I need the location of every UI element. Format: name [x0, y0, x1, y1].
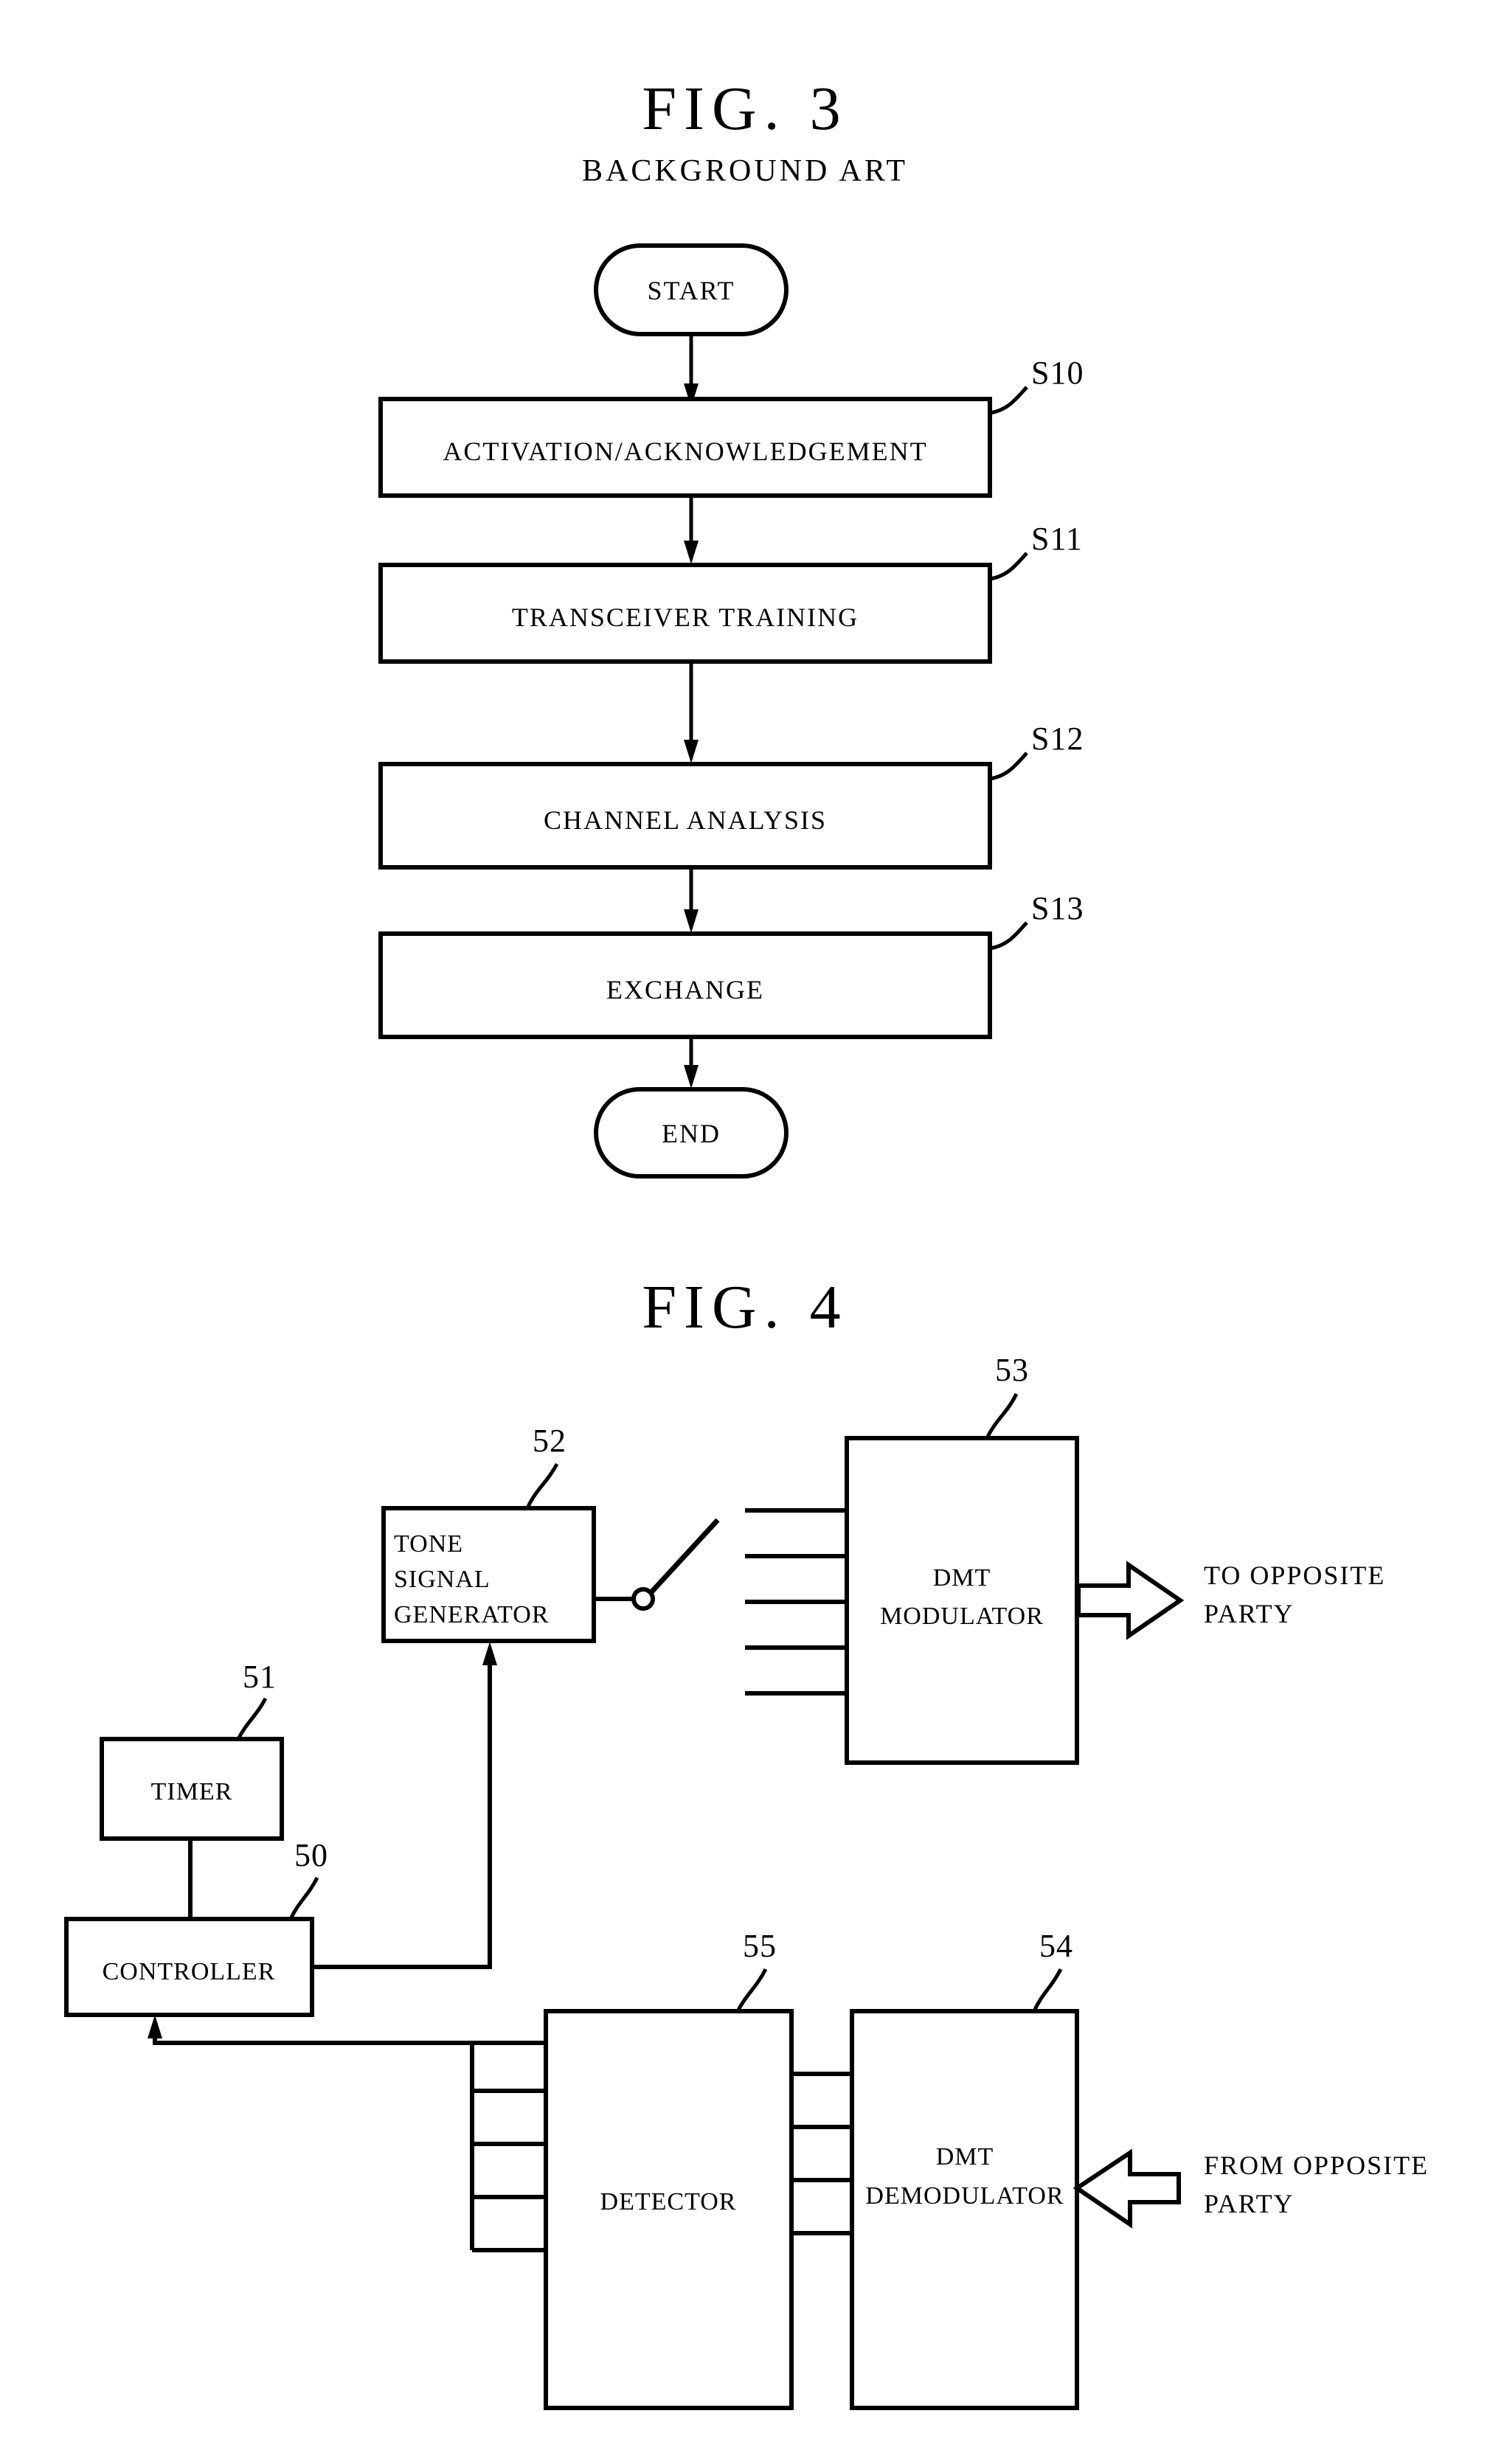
- from-opposite-line-2: PARTY: [1204, 2189, 1295, 2218]
- s13-ref: S13: [1031, 890, 1084, 926]
- tone-ref: 52: [533, 1423, 566, 1459]
- s10-label: ACTIVATION/ACKNOWLEDGEMENT: [443, 437, 927, 466]
- drawing-canvas: FIG. 3 BACKGROUND ART START ACTIVATION/A…: [0, 0, 1490, 2464]
- demod-line-1: DMT: [936, 2143, 994, 2170]
- detector-ref: 55: [743, 1928, 777, 1964]
- controller-ref: 50: [294, 1837, 328, 1873]
- s10-ref: S10: [1031, 355, 1084, 391]
- controller-label: CONTROLLER: [103, 1958, 276, 1985]
- mod-line-2: MODULATOR: [880, 1603, 1044, 1630]
- timer-label: TIMER: [151, 1778, 233, 1805]
- from-opposite-line-1: FROM OPPOSITE: [1204, 2151, 1429, 2180]
- to-opposite-line-1: TO OPPOSITE: [1204, 1561, 1385, 1590]
- tone-line-2: SIGNAL: [394, 1566, 491, 1593]
- demod-line-2: DEMODULATOR: [865, 2182, 1064, 2210]
- tone-line-1: TONE: [394, 1530, 463, 1558]
- dmt-demodulator-box: [850, 2009, 1079, 2410]
- s12-label: CHANNEL ANALYSIS: [544, 805, 827, 835]
- patent-drawing-sheet: FIG. 3 BACKGROUND ART START ACTIVATION/A…: [0, 0, 1490, 2464]
- dmt-modulator-box: [845, 1436, 1079, 1765]
- timer-ref: 51: [243, 1659, 277, 1695]
- detector-label: DETECTOR: [600, 2188, 737, 2215]
- end-label: END: [662, 1119, 721, 1148]
- tone-line-3: GENERATOR: [394, 1601, 550, 1628]
- s12-ref: S12: [1031, 721, 1084, 757]
- fig3-node-end: END: [594, 1087, 789, 1179]
- demod-ref: 54: [1039, 1928, 1073, 1964]
- s11-label: TRANSCEIVER TRAINING: [512, 603, 859, 632]
- s13-label: EXCHANGE: [606, 975, 764, 1004]
- fig3-node-start: START: [594, 243, 789, 336]
- start-label: START: [648, 276, 735, 305]
- s11-ref: S11: [1031, 521, 1083, 557]
- fig4-title: FIG. 4: [642, 1273, 848, 1342]
- mod-line-1: DMT: [933, 1564, 991, 1592]
- fig3-subtitle: BACKGROUND ART: [582, 154, 908, 188]
- mod-ref: 53: [995, 1352, 1029, 1388]
- fig3-title: FIG. 3: [642, 74, 848, 143]
- to-opposite-line-2: PARTY: [1204, 1599, 1295, 1628]
